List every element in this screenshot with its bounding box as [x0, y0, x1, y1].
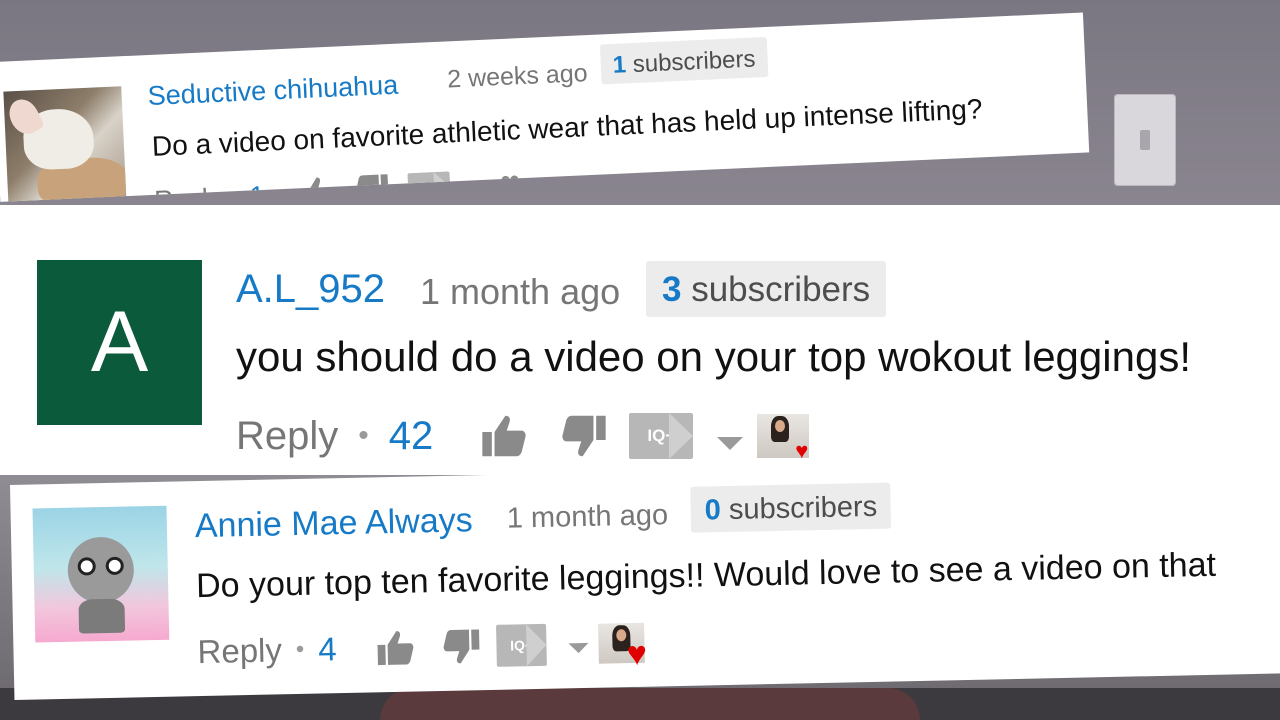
chevron-down-icon[interactable] [717, 436, 744, 450]
subscriber-label: subscribers [691, 270, 871, 309]
subscriber-count: 1 [612, 51, 627, 79]
thumbs-up-icon[interactable] [374, 629, 417, 668]
comment-author[interactable]: A.L_952 [236, 267, 385, 312]
comment-actions: Reply • 4 IQ+ ♥ [197, 620, 647, 675]
chevron-down-icon[interactable] [475, 179, 497, 191]
reply-button[interactable]: Reply [236, 414, 338, 459]
red-heart-icon[interactable]: ♥ [626, 635, 647, 673]
subscriber-count: 0 [704, 494, 722, 527]
iq-plus-button[interactable]: IQ+ [496, 623, 548, 667]
comment-time[interactable]: 1 month ago [506, 499, 668, 535]
thumbs-down-icon[interactable] [559, 413, 609, 459]
comment-time[interactable]: 1 month ago [420, 271, 620, 313]
subscriber-label: subscribers [632, 45, 757, 79]
separator-dot: • [230, 180, 241, 202]
comment-text: Do your top ten favorite leggings!! Woul… [195, 545, 1217, 606]
comment-actions: Reply • 1 IQ+ ♥ [154, 164, 521, 202]
iq-plus-button[interactable]: IQ+ [407, 171, 451, 202]
iq-plus-button[interactable]: IQ+ [629, 413, 694, 459]
like-count: 1 [249, 179, 266, 202]
iq-label: IQ+ [419, 179, 440, 195]
gray-heart-icon[interactable]: ♥ [499, 164, 521, 202]
light-switch [1114, 94, 1176, 186]
red-heart-icon[interactable]: ♥ [795, 440, 808, 462]
comment-card-3: Annie Mae Always 1 month ago 0 subscribe… [10, 457, 1280, 700]
subscriber-badge: 1 subscribers [599, 36, 769, 85]
reply-button[interactable]: Reply [154, 181, 222, 201]
comment-author[interactable]: Annie Mae Always [195, 501, 474, 546]
thumbs-down-icon[interactable] [354, 172, 392, 202]
comment-text: you should do a video on your top wokout… [236, 333, 1191, 380]
avatar-letter: A [90, 294, 149, 390]
like-count: 42 [388, 413, 434, 458]
subscriber-badge: 3 subscribers [646, 261, 887, 317]
separator-dot: • [295, 635, 305, 664]
subscriber-badge: 0 subscribers [690, 482, 892, 533]
chevron-down-icon[interactable] [568, 642, 589, 654]
thumbs-down-icon[interactable] [440, 627, 483, 666]
comment-author[interactable]: Seductive chihuahua [147, 70, 399, 112]
separator-dot: • [358, 419, 369, 452]
avatar-chihuahua[interactable] [3, 86, 127, 202]
comment-actions: Reply • 42 IQ+ ♥ [236, 411, 810, 462]
subscriber-label: subscribers [728, 490, 878, 526]
like-count: 4 [317, 630, 338, 668]
thumbs-up-icon[interactable] [479, 413, 529, 459]
avatar-letter-a[interactable]: A [37, 260, 202, 425]
creator-avatar: ♥ [598, 622, 647, 673]
comment-time[interactable]: 2 weeks ago [447, 59, 589, 94]
subscriber-count: 3 [662, 270, 682, 309]
creator-avatar: ♥ [757, 414, 810, 462]
thumbs-up-icon[interactable] [298, 175, 336, 202]
reply-button[interactable]: Reply [197, 631, 282, 671]
avatar-cartoon-girl[interactable] [32, 505, 170, 643]
comment-card-2: A A.L_952 1 month ago 3 subscribers you … [0, 205, 1280, 475]
